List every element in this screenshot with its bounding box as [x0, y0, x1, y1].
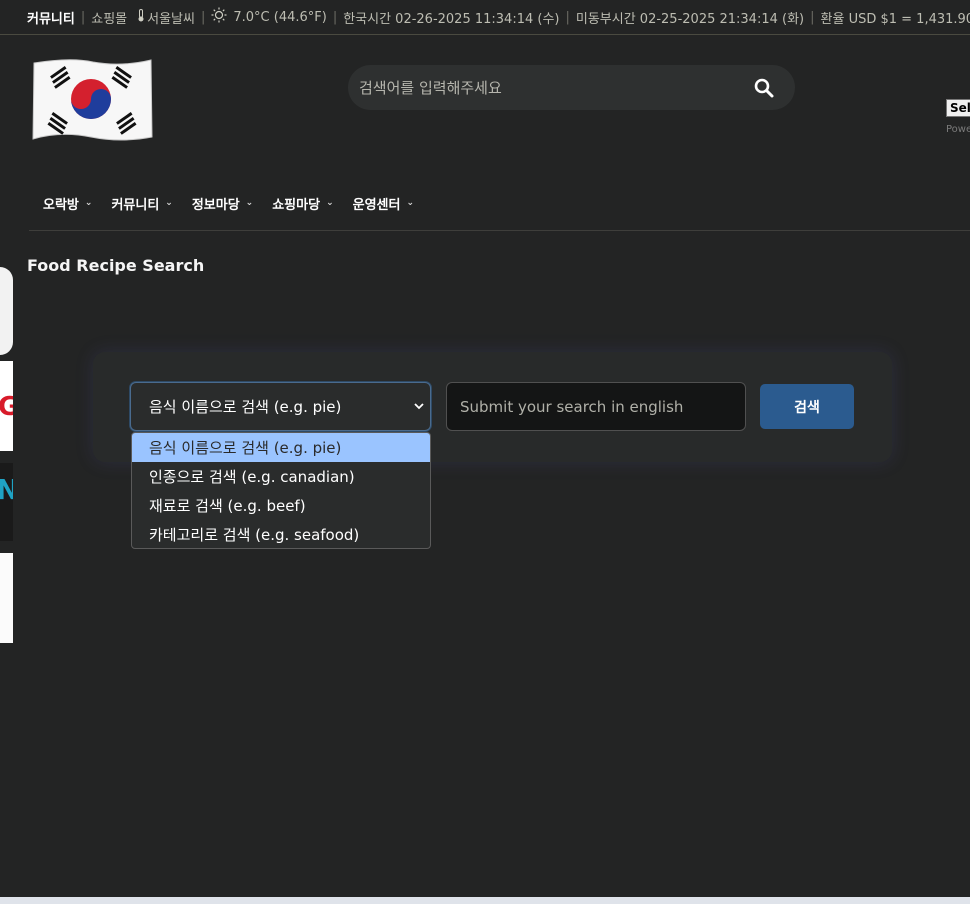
- exchange-rate: 환율 USD $1 = 1,431.90원: [820, 11, 970, 27]
- search-icon[interactable]: [753, 77, 775, 99]
- top-info-bar: 커뮤니티 | 쇼핑몰 서울날씨 | 7.0°C (44.6°F) | 한국시간 …: [0, 0, 970, 35]
- translate-widget: Select Powered by: [946, 99, 970, 135]
- nav-item-label: 오락방: [43, 197, 79, 213]
- chevron-down-icon: ⌄: [326, 198, 334, 208]
- chevron-down-icon: ⌄: [245, 198, 254, 208]
- nav-item-community[interactable]: 커뮤니티 ⌄: [111, 192, 172, 214]
- site-logo[interactable]: [31, 57, 153, 141]
- divider: |: [332, 9, 338, 25]
- community-link[interactable]: 커뮤니티: [27, 8, 75, 27]
- us-east-time: 미동부시간 02-25-2025 21:34:14 (화): [575, 11, 805, 27]
- chevron-down-icon: [414, 399, 424, 413]
- recipe-query-input[interactable]: [446, 382, 746, 431]
- nav-item-label: 정보마당: [191, 197, 240, 213]
- page-title: Food Recipe Search: [27, 256, 205, 275]
- korea-time: 한국시간 02-26-2025 11:34:14 (수): [343, 11, 560, 27]
- ad-banner[interactable]: G: [0, 361, 19, 451]
- ad-banner[interactable]: [0, 267, 13, 355]
- nav-item-label: 쇼핑마당: [272, 197, 321, 213]
- thermometer-icon: [137, 8, 145, 26]
- search-type-dropdown: 음식 이름으로 검색 (e.g. pie) 인종으로 검색 (e.g. cana…: [131, 432, 431, 549]
- nav-item-info[interactable]: 정보마당 ⌄: [192, 192, 253, 214]
- chevron-down-icon: ⌄: [165, 198, 173, 208]
- temperature: 7.0°C (44.6°F): [233, 9, 327, 25]
- search-submit-button[interactable]: 검색: [760, 384, 854, 429]
- nav-item-games[interactable]: 오락방 ⌄: [43, 192, 92, 214]
- ad-banner[interactable]: N: [0, 463, 19, 541]
- divider: |: [810, 9, 815, 25]
- nav-divider: [29, 230, 970, 231]
- search-type-select[interactable]: 음식 이름으로 검색 (e.g. pie): [130, 382, 431, 431]
- sun-icon: [211, 7, 227, 27]
- dropdown-option-name[interactable]: 음식 이름으로 검색 (e.g. pie): [132, 433, 430, 462]
- nav-item-shopping[interactable]: 쇼핑마당 ⌄: [272, 192, 333, 214]
- korean-flag-icon: [32, 59, 153, 141]
- shop-link[interactable]: 쇼핑몰: [91, 8, 127, 27]
- bottom-edge: [0, 897, 970, 904]
- side-ad-strip[interactable]: G N: [0, 267, 19, 643]
- language-select[interactable]: Select: [946, 99, 970, 117]
- selected-option-label: 음식 이름으로 검색 (e.g. pie): [149, 398, 342, 416]
- divider: |: [80, 9, 86, 25]
- divider: |: [200, 9, 206, 25]
- ad-banner[interactable]: [0, 553, 13, 643]
- search-input[interactable]: [359, 78, 729, 97]
- dropdown-option-category[interactable]: 카테고리로 검색 (e.g. seafood): [132, 520, 430, 548]
- chevron-down-icon: ⌄: [84, 198, 93, 208]
- nav-item-admin[interactable]: 운영센터 ⌄: [353, 192, 414, 214]
- main-nav: 오락방 ⌄ 커뮤니티 ⌄ 정보마당 ⌄ 쇼핑마당 ⌄ 운영센터 ⌄: [43, 192, 433, 214]
- svg-text:G: G: [0, 392, 13, 422]
- dropdown-option-ingredient[interactable]: 재료로 검색 (e.g. beef): [132, 491, 430, 520]
- nav-item-label: 커뮤니티: [111, 197, 160, 213]
- dropdown-option-area[interactable]: 인종으로 검색 (e.g. canadian): [132, 462, 430, 491]
- site-search: [348, 65, 795, 110]
- weather-label: 서울날씨: [147, 11, 195, 27]
- powered-by-text: Powered by: [946, 124, 970, 135]
- divider: |: [565, 9, 570, 25]
- chevron-down-icon: ⌄: [406, 198, 414, 208]
- nav-item-label: 운영센터: [352, 197, 401, 213]
- svg-text:N: N: [0, 473, 13, 506]
